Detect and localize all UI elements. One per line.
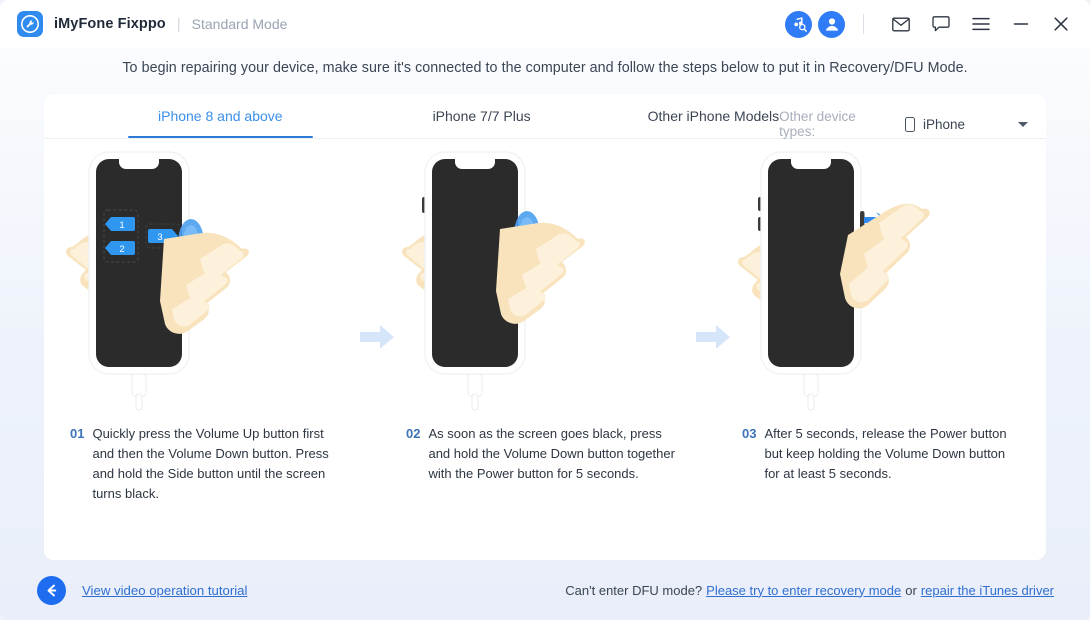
close-icon[interactable] bbox=[1046, 9, 1076, 39]
title-separator: | bbox=[176, 15, 181, 33]
svg-text:2: 2 bbox=[119, 244, 124, 255]
svg-text:1: 1 bbox=[119, 220, 124, 231]
step-2-illustration bbox=[400, 139, 690, 424]
app-mode-label: Standard Mode bbox=[191, 16, 288, 32]
recovery-mode-link[interactable]: Please try to enter recovery mode bbox=[706, 583, 901, 598]
back-button[interactable] bbox=[37, 575, 66, 605]
app-logo-icon bbox=[17, 11, 43, 37]
badge-1: 1 bbox=[105, 217, 135, 231]
phone-icon bbox=[904, 116, 915, 132]
footer-bar: View video operation tutorial Can't ente… bbox=[0, 560, 1090, 620]
tab-bar: iPhone 8 and above iPhone 7/7 Plus Other… bbox=[44, 94, 1046, 139]
step-2: 02 As soon as the screen goes black, pre… bbox=[400, 139, 690, 484]
right-hand bbox=[496, 222, 585, 324]
device-type-value: iPhone bbox=[922, 116, 965, 132]
chevron-down-icon[interactable] bbox=[1018, 121, 1028, 127]
step-3-caption: 03 After 5 seconds, release the Power bu… bbox=[736, 424, 1026, 484]
minimize-icon[interactable] bbox=[1006, 9, 1036, 39]
app-name: iMyFone Fixppo bbox=[54, 16, 166, 32]
flow-arrow-2 bbox=[690, 324, 736, 350]
instruction-text: To begin repairing your device, make sur… bbox=[122, 60, 968, 76]
help-conjunction: or bbox=[905, 582, 917, 598]
step-2-number: 02 bbox=[406, 426, 421, 441]
help-prefix: Can't enter DFU mode? bbox=[565, 582, 703, 598]
step-3-text: After 5 seconds, release the Power butto… bbox=[764, 426, 1007, 482]
content-panel: iPhone 8 and above iPhone 7/7 Plus Other… bbox=[44, 94, 1046, 560]
device-type-selector[interactable]: Other device types: iPhone bbox=[779, 94, 1028, 139]
step-1-number: 01 bbox=[70, 426, 85, 441]
tab-other-iphone-models[interactable]: Other iPhone Models bbox=[648, 94, 780, 124]
steps-container: 1 2 3 01 Quickly press the Volume Up but… bbox=[44, 139, 1046, 559]
flow-arrow-1 bbox=[354, 324, 400, 350]
titlebar-divider bbox=[863, 14, 864, 34]
step-2-caption: 02 As soon as the screen goes black, pre… bbox=[400, 424, 690, 484]
footer-help: Can't enter DFU mode? Please try to ente… bbox=[565, 583, 1054, 598]
step-2-text: As soon as the screen goes black, press … bbox=[428, 426, 675, 482]
music-search-icon[interactable] bbox=[785, 10, 812, 38]
step-3-illustration bbox=[736, 139, 1026, 424]
step-1-illustration: 1 2 3 bbox=[64, 139, 354, 424]
app-window: iMyFone Fixppo | Standard Mode To begin … bbox=[0, 0, 1090, 620]
tab-iphone-8-and-above[interactable]: iPhone 8 and above bbox=[128, 94, 313, 138]
menu-icon[interactable] bbox=[966, 9, 996, 39]
badge-2: 2 bbox=[105, 241, 135, 255]
chat-icon[interactable] bbox=[926, 9, 956, 39]
step-1-text: Quickly press the Volume Up button first… bbox=[92, 426, 329, 502]
titlebar-actions bbox=[779, 0, 1090, 48]
right-hand bbox=[160, 232, 249, 334]
tab-iphone-7[interactable]: iPhone 7/7 Plus bbox=[433, 94, 531, 124]
step-1-caption: 01 Quickly press the Volume Up button fi… bbox=[64, 424, 354, 505]
user-avatar-icon[interactable] bbox=[818, 10, 845, 38]
device-type-label: Other device types: bbox=[779, 109, 856, 139]
step-1: 1 2 3 01 Quickly press the Volume Up but… bbox=[64, 139, 354, 505]
svg-text:3: 3 bbox=[157, 232, 162, 243]
itunes-driver-link[interactable]: repair the iTunes driver bbox=[921, 583, 1054, 598]
mail-icon[interactable] bbox=[886, 9, 916, 39]
step-3-number: 03 bbox=[742, 426, 757, 441]
video-tutorial-link[interactable]: View video operation tutorial bbox=[82, 583, 247, 598]
title-bar: iMyFone Fixppo | Standard Mode bbox=[0, 0, 1090, 48]
arrow-left-icon bbox=[47, 584, 57, 596]
step-3: 03 After 5 seconds, release the Power bu… bbox=[736, 139, 1026, 484]
